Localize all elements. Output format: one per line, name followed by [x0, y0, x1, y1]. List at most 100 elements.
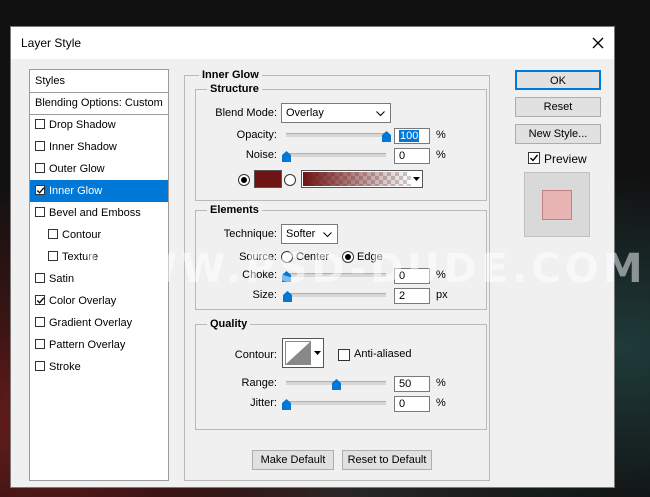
size-slider[interactable] [286, 293, 386, 297]
noise-slider[interactable] [286, 153, 386, 157]
contour-label: Contour: [234, 349, 277, 361]
jitter-slider-thumb[interactable] [282, 399, 291, 410]
contour-picker[interactable] [282, 338, 324, 368]
jitter-slider[interactable] [286, 401, 386, 405]
noise-input[interactable]: 0 [394, 148, 430, 164]
blend-mode-label: Blend Mode: [215, 107, 277, 119]
reset-button[interactable]: Reset [515, 97, 601, 117]
anti-aliased-label: Anti-aliased [354, 348, 412, 360]
technique-select[interactable]: Softer [281, 224, 338, 244]
structure-group: Structure Blend Mode: Overlay Opacity: 1… [195, 83, 487, 201]
preview-label: Preview [544, 152, 587, 166]
range-slider-thumb[interactable] [332, 379, 341, 390]
size-slider-thumb[interactable] [283, 291, 292, 302]
style-item-label: Gradient Overlay [49, 317, 133, 329]
style-item-label: Pattern Overlay [49, 339, 126, 351]
style-item[interactable]: Outer Glow [30, 158, 168, 180]
styles-list: Styles Blending Options: Custom Drop Sha… [29, 69, 169, 481]
style-item[interactable]: Bevel and Emboss [30, 202, 168, 224]
jitter-input[interactable]: 0 [394, 396, 430, 412]
style-item-label: Texture [62, 251, 99, 263]
style-preview [524, 172, 590, 237]
size-input[interactable]: 2 [394, 288, 430, 304]
style-item-label: Contour [62, 229, 102, 241]
layer-style-dialog: Layer Style Styles Blending Options: Cus… [10, 26, 615, 488]
style-checkbox[interactable] [35, 295, 45, 305]
style-item[interactable]: Inner Glow [30, 180, 168, 202]
style-checkbox[interactable] [48, 251, 58, 261]
make-default-button[interactable]: Make Default [252, 450, 334, 470]
style-item[interactable]: Gradient Overlay [30, 312, 168, 334]
style-item[interactable]: Inner Shadow [30, 136, 168, 158]
quality-title: Quality [207, 318, 251, 330]
gradient-preview [303, 172, 411, 186]
style-item[interactable]: Drop Shadow [30, 114, 168, 136]
style-checkbox[interactable] [48, 229, 58, 239]
gradient-picker[interactable] [301, 170, 423, 188]
style-checkbox[interactable] [35, 185, 45, 195]
noise-slider-thumb[interactable] [282, 151, 291, 162]
preview-swatch [542, 190, 572, 220]
style-item[interactable]: Texture [30, 246, 168, 268]
ok-button[interactable]: OK [515, 70, 601, 90]
style-checkbox[interactable] [35, 339, 45, 349]
style-checkbox[interactable] [35, 119, 45, 129]
style-item[interactable]: Pattern Overlay [30, 334, 168, 356]
choke-label: Choke: [242, 269, 277, 281]
style-checkbox[interactable] [35, 141, 45, 151]
noise-unit: % [436, 149, 446, 161]
contour-dropdown-icon [314, 351, 321, 355]
range-input[interactable]: 50 [394, 376, 430, 392]
style-checkbox[interactable] [35, 317, 45, 327]
structure-title: Structure [207, 83, 262, 95]
opacity-slider[interactable] [286, 133, 386, 137]
choke-unit: % [436, 269, 446, 281]
source-center-radio[interactable] [281, 251, 293, 263]
opacity-slider-thumb[interactable] [382, 131, 391, 142]
contour-preview-icon [285, 341, 311, 365]
style-item[interactable]: Color Overlay [30, 290, 168, 312]
blending-options[interactable]: Blending Options: Custom [30, 92, 168, 115]
choke-slider[interactable] [286, 273, 386, 277]
style-checkbox[interactable] [35, 163, 45, 173]
range-label: Range: [241, 377, 277, 389]
opacity-input[interactable]: 100 [394, 128, 430, 144]
style-item-label: Satin [49, 273, 75, 285]
style-item[interactable]: Satin [30, 268, 168, 290]
style-item[interactable]: Contour [30, 224, 168, 246]
style-item-label: Bevel and Emboss [49, 207, 141, 219]
window-title: Layer Style [21, 36, 82, 50]
choke-slider-thumb[interactable] [282, 271, 291, 282]
opacity-unit: % [436, 129, 446, 141]
style-item-label: Drop Shadow [49, 119, 116, 131]
quality-group: Quality Contour: Anti-aliased Range: 50 … [195, 318, 487, 430]
style-item-label: Inner Glow [49, 185, 103, 197]
opacity-label: Opacity: [236, 129, 277, 141]
gradient-fill-radio[interactable] [284, 174, 296, 186]
style-item-label: Stroke [49, 361, 81, 373]
blend-mode-select[interactable]: Overlay [281, 103, 391, 123]
anti-aliased-checkbox[interactable] [338, 349, 350, 361]
glow-color-swatch[interactable] [254, 170, 282, 188]
color-fill-radio[interactable] [238, 174, 250, 186]
style-checkbox[interactable] [35, 207, 45, 217]
style-item[interactable]: Stroke [30, 356, 168, 378]
range-unit: % [436, 377, 446, 389]
source-edge-radio[interactable] [342, 251, 354, 263]
gradient-dropdown-icon [413, 177, 420, 181]
style-checkbox[interactable] [35, 273, 45, 283]
style-checkbox[interactable] [35, 361, 45, 371]
checkmark-icon [36, 187, 45, 194]
styles-header[interactable]: Styles [30, 70, 168, 93]
reset-to-default-button[interactable]: Reset to Default [342, 450, 432, 470]
style-item-label: Color Overlay [49, 295, 117, 307]
jitter-unit: % [436, 397, 446, 409]
technique-label: Technique: [223, 228, 277, 240]
source-center-label: Center [296, 251, 330, 263]
choke-input[interactable]: 0 [394, 268, 430, 284]
preview-checkbox[interactable] [528, 152, 540, 164]
new-style-button[interactable]: New Style... [515, 124, 601, 144]
inner-glow-title: Inner Glow [199, 69, 262, 81]
source-edge-label: Edge [357, 251, 383, 263]
close-button[interactable] [586, 31, 610, 55]
